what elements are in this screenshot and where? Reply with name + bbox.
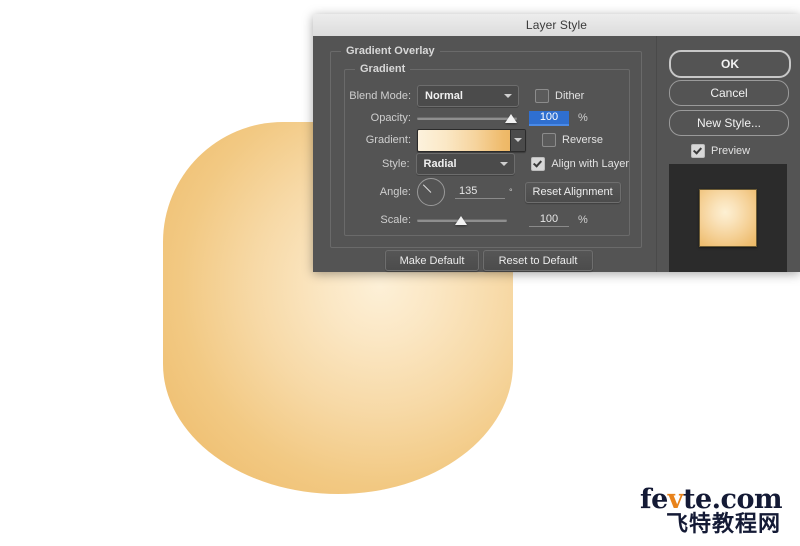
style-label: Style: bbox=[382, 158, 410, 170]
watermark-fe: fe bbox=[640, 484, 668, 515]
gradient-picker[interactable] bbox=[417, 128, 526, 152]
blend-mode-value: Normal bbox=[425, 90, 463, 102]
opacity-label: Opacity: bbox=[370, 112, 411, 124]
dialog-title: Layer Style bbox=[525, 18, 588, 32]
gradient-label: Gradient: bbox=[365, 134, 411, 146]
align-with-layer-label: Align with Layer bbox=[551, 158, 629, 170]
watermark-te-com: te.com bbox=[683, 484, 783, 515]
cancel-button[interactable]: Cancel bbox=[669, 80, 789, 106]
watermark-line-1: fevte.com bbox=[640, 486, 792, 513]
opacity-slider[interactable] bbox=[417, 111, 517, 125]
row-scale: Scale: 100 % bbox=[345, 210, 629, 230]
gradient-preset-dropdown[interactable] bbox=[511, 129, 525, 151]
style-value: Radial bbox=[423, 158, 457, 170]
angle-dial-needle bbox=[422, 184, 432, 193]
reverse-label: Reverse bbox=[562, 134, 603, 146]
scale-unit: % bbox=[578, 214, 588, 226]
group-gradient: Gradient Blend Mode: Normal Dither Opaci… bbox=[344, 63, 630, 236]
opacity-unit: % bbox=[578, 112, 588, 124]
gradient-swatch[interactable] bbox=[418, 129, 511, 151]
actions-pane: OK Cancel New Style... Preview bbox=[656, 36, 800, 272]
row-style: Style: Radial Align with Layer bbox=[345, 153, 629, 175]
dialog-titlebar[interactable]: Layer Style bbox=[313, 14, 800, 37]
dither-checkbox-box[interactable] bbox=[535, 89, 549, 103]
watermark: fevte.com 飞特教程网 bbox=[640, 486, 792, 536]
blend-mode-label: Blend Mode: bbox=[349, 90, 411, 102]
watermark-line-2: 飞特教程网 bbox=[666, 512, 782, 537]
ok-button[interactable]: OK bbox=[669, 50, 791, 78]
group-gradient-overlay: Gradient Overlay Gradient Blend Mode: No… bbox=[330, 45, 642, 248]
dither-checkbox[interactable]: Dither bbox=[535, 89, 584, 103]
opacity-slider-track[interactable] bbox=[417, 117, 517, 120]
angle-unit: ° bbox=[509, 187, 513, 197]
preview-label: Preview bbox=[711, 145, 751, 157]
blend-mode-select[interactable]: Normal bbox=[417, 85, 519, 107]
angle-input[interactable]: 135 bbox=[455, 185, 505, 199]
dither-label: Dither bbox=[555, 90, 585, 102]
row-opacity: Opacity: 100 % bbox=[345, 108, 629, 128]
opacity-input[interactable]: 100 bbox=[529, 110, 569, 126]
new-style-button[interactable]: New Style... bbox=[669, 110, 789, 136]
scale-slider-thumb[interactable] bbox=[455, 216, 467, 225]
opacity-slider-thumb[interactable] bbox=[505, 114, 517, 123]
scale-input[interactable]: 100 bbox=[529, 213, 569, 227]
reset-alignment-button[interactable]: Reset Alignment bbox=[524, 181, 621, 203]
preview-thumbnail-shape bbox=[699, 189, 757, 247]
angle-label: Angle: bbox=[379, 186, 411, 198]
row-blend-mode: Blend Mode: Normal Dither bbox=[345, 85, 629, 107]
settings-pane: Gradient Overlay Gradient Blend Mode: No… bbox=[313, 36, 656, 272]
chevron-down-icon bbox=[504, 94, 512, 98]
scale-label: Scale: bbox=[380, 214, 411, 226]
reverse-checkbox-box[interactable] bbox=[542, 133, 556, 147]
watermark-v: v bbox=[667, 484, 684, 515]
style-select[interactable]: Radial bbox=[415, 153, 516, 175]
preview-checkbox-box[interactable] bbox=[691, 144, 705, 158]
group-legend-gradient: Gradient bbox=[355, 63, 411, 75]
reverse-checkbox[interactable]: Reverse bbox=[542, 133, 603, 147]
group-legend-gradient-overlay: Gradient Overlay bbox=[341, 45, 440, 57]
make-default-button[interactable]: Make Default bbox=[385, 250, 479, 271]
preview-thumbnail bbox=[669, 164, 787, 272]
chevron-down-icon bbox=[500, 162, 509, 166]
angle-dial[interactable] bbox=[417, 178, 445, 206]
align-with-layer-checkbox[interactable]: Align with Layer bbox=[531, 157, 629, 171]
row-angle: Angle: 135 ° Reset Alignment bbox=[345, 178, 629, 206]
align-with-layer-checkbox-box[interactable] bbox=[531, 157, 546, 171]
preview-checkbox[interactable]: Preview bbox=[691, 144, 750, 158]
reset-to-default-button[interactable]: Reset to Default bbox=[483, 250, 593, 271]
layer-style-dialog: Layer Style Gradient Overlay Gradient Bl… bbox=[313, 14, 800, 272]
dialog-body: Gradient Overlay Gradient Blend Mode: No… bbox=[313, 36, 800, 272]
scale-slider[interactable] bbox=[417, 213, 507, 227]
row-gradient: Gradient: Reverse bbox=[345, 128, 629, 152]
chevron-down-icon bbox=[514, 138, 522, 142]
